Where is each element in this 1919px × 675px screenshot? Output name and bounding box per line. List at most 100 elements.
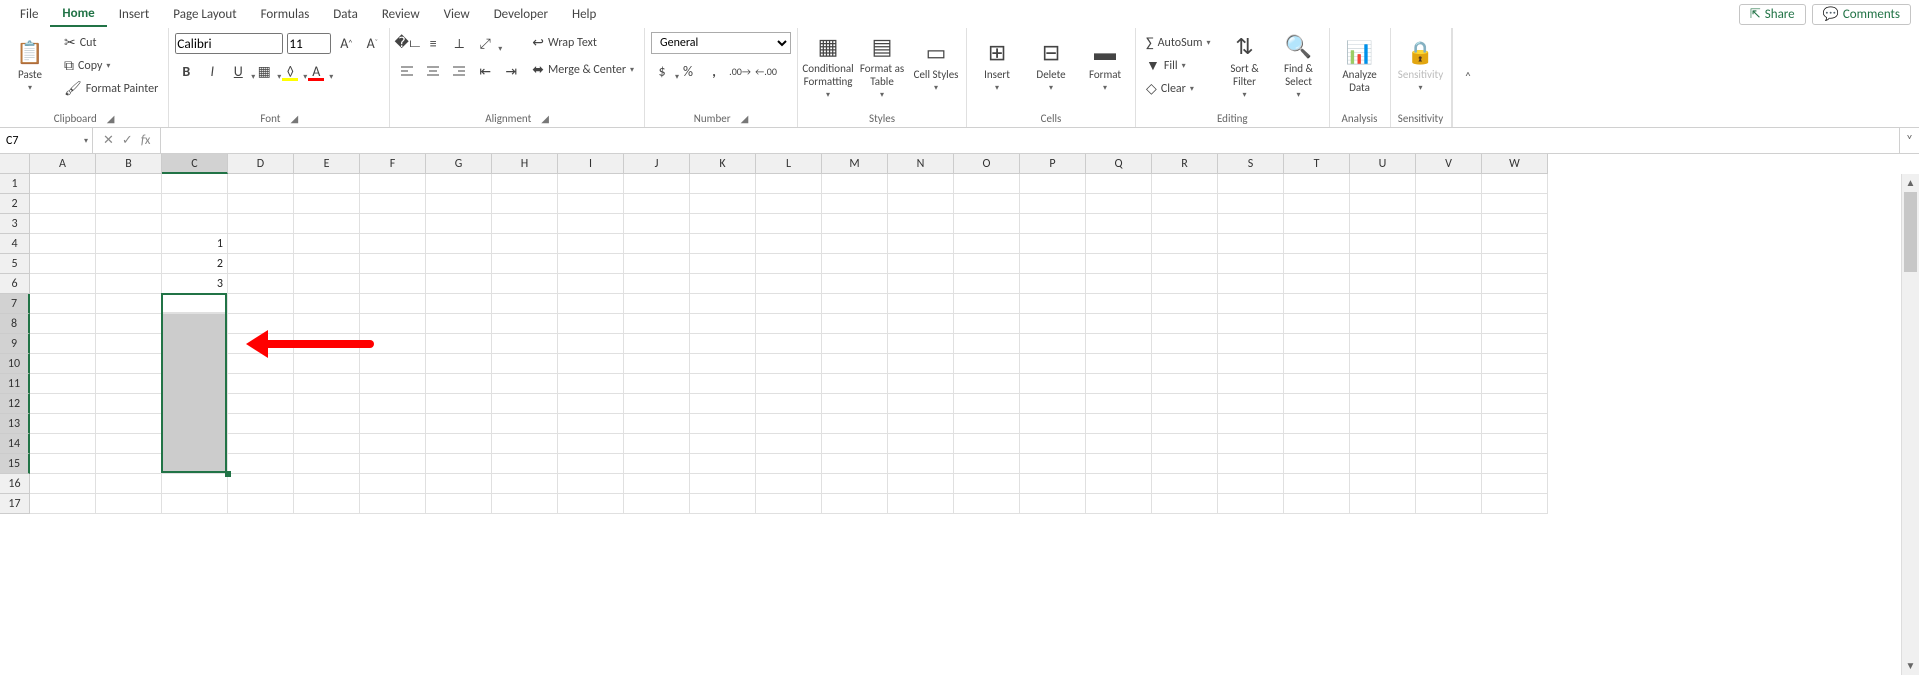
cell[interactable]	[1086, 454, 1152, 474]
percent-button[interactable]: %	[677, 60, 699, 82]
cell[interactable]	[492, 334, 558, 354]
cell[interactable]	[624, 234, 690, 254]
collapse-ribbon-button[interactable]: ˄	[1452, 28, 1484, 127]
cell[interactable]	[1152, 414, 1218, 434]
row-header[interactable]: 17	[0, 494, 30, 514]
cell[interactable]	[1350, 214, 1416, 234]
cell[interactable]	[162, 414, 228, 434]
cell[interactable]	[228, 294, 294, 314]
row-header[interactable]: 9	[0, 334, 30, 354]
share-button[interactable]: ⇱ Share	[1739, 4, 1806, 25]
cell[interactable]	[1350, 294, 1416, 314]
cell[interactable]	[1284, 494, 1350, 514]
cell[interactable]	[558, 434, 624, 454]
cell[interactable]	[426, 174, 492, 194]
cell[interactable]	[1020, 254, 1086, 274]
cell[interactable]	[1350, 174, 1416, 194]
cell[interactable]	[1218, 194, 1284, 214]
cell[interactable]	[690, 334, 756, 354]
cell[interactable]	[294, 274, 360, 294]
cell[interactable]	[426, 254, 492, 274]
cell[interactable]	[888, 434, 954, 454]
cell[interactable]	[690, 194, 756, 214]
cell[interactable]	[888, 334, 954, 354]
cell[interactable]	[492, 234, 558, 254]
cell[interactable]	[162, 174, 228, 194]
cell[interactable]	[1350, 334, 1416, 354]
cell[interactable]	[426, 354, 492, 374]
column-header[interactable]: F	[360, 154, 426, 174]
cell[interactable]	[1086, 414, 1152, 434]
column-header[interactable]: J	[624, 154, 690, 174]
cell[interactable]	[690, 354, 756, 374]
cell-styles-button[interactable]: ▭Cell Styles▾	[912, 32, 960, 100]
dialog-launcher-icon[interactable]: ◢	[741, 112, 749, 125]
cell[interactable]	[294, 234, 360, 254]
cell[interactable]	[426, 294, 492, 314]
cell[interactable]	[426, 214, 492, 234]
cell[interactable]	[1218, 174, 1284, 194]
font-name-combo[interactable]	[175, 33, 283, 54]
cell[interactable]	[756, 474, 822, 494]
cell[interactable]	[624, 214, 690, 234]
cell[interactable]	[624, 334, 690, 354]
column-header[interactable]: B	[96, 154, 162, 174]
cell[interactable]	[96, 414, 162, 434]
cell[interactable]	[1284, 174, 1350, 194]
cell[interactable]	[96, 474, 162, 494]
tab-developer[interactable]: Developer	[482, 3, 560, 26]
cell[interactable]	[294, 474, 360, 494]
cell[interactable]	[1086, 334, 1152, 354]
cell[interactable]	[1152, 494, 1218, 514]
cell[interactable]	[558, 214, 624, 234]
column-header[interactable]: I	[558, 154, 624, 174]
cell[interactable]	[1218, 374, 1284, 394]
row-header[interactable]: 6	[0, 274, 30, 294]
tab-data[interactable]: Data	[321, 3, 370, 26]
cell[interactable]	[558, 354, 624, 374]
cell[interactable]	[624, 274, 690, 294]
cell[interactable]	[954, 394, 1020, 414]
cell[interactable]	[756, 394, 822, 414]
cell[interactable]	[888, 174, 954, 194]
wrap-text-button[interactable]: ↩Wrap Text	[528, 32, 638, 53]
cell[interactable]	[228, 174, 294, 194]
expand-formula-bar-button[interactable]: ˅	[1899, 128, 1919, 153]
cell[interactable]	[1020, 414, 1086, 434]
cell[interactable]	[888, 194, 954, 214]
cell[interactable]	[1416, 254, 1482, 274]
cell[interactable]	[360, 474, 426, 494]
cell[interactable]	[1416, 474, 1482, 494]
align-right-button[interactable]	[448, 60, 470, 82]
cell[interactable]	[1218, 494, 1284, 514]
cell[interactable]	[96, 354, 162, 374]
cell[interactable]	[690, 174, 756, 194]
cell[interactable]	[558, 474, 624, 494]
cell[interactable]	[30, 414, 96, 434]
cell[interactable]	[888, 494, 954, 514]
cell[interactable]	[162, 314, 228, 334]
cell[interactable]	[162, 294, 228, 314]
cell[interactable]	[756, 354, 822, 374]
cell[interactable]	[1152, 194, 1218, 214]
cell[interactable]	[294, 314, 360, 334]
bold-button[interactable]: B	[175, 60, 197, 82]
column-header[interactable]: Q	[1086, 154, 1152, 174]
cell[interactable]	[690, 294, 756, 314]
cell[interactable]	[294, 414, 360, 434]
cell[interactable]	[888, 474, 954, 494]
cell[interactable]	[30, 354, 96, 374]
cell[interactable]	[1416, 354, 1482, 374]
cell[interactable]	[492, 254, 558, 274]
cell[interactable]	[228, 214, 294, 234]
column-header[interactable]: T	[1284, 154, 1350, 174]
cell[interactable]	[30, 434, 96, 454]
cell[interactable]	[426, 334, 492, 354]
cell[interactable]	[1350, 434, 1416, 454]
cell[interactable]	[294, 494, 360, 514]
cell[interactable]	[558, 454, 624, 474]
cell[interactable]	[888, 394, 954, 414]
cell[interactable]	[822, 274, 888, 294]
cell[interactable]	[1020, 174, 1086, 194]
cell[interactable]	[1020, 494, 1086, 514]
